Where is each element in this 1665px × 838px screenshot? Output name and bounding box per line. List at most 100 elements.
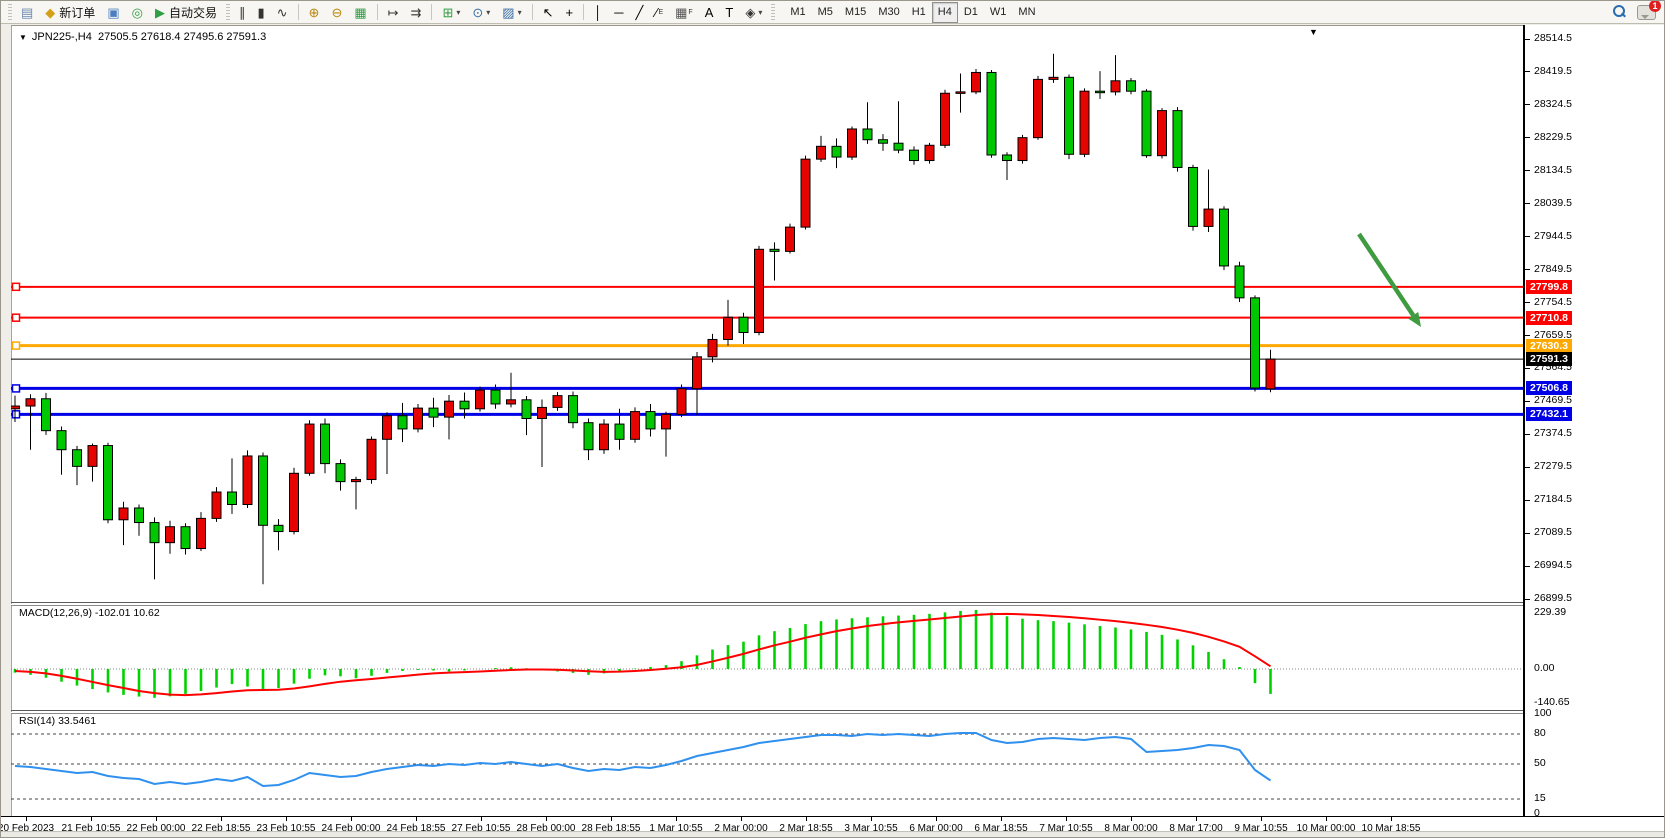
signal-icon-button[interactable]: ◎	[127, 2, 148, 23]
vertical-line-button[interactable]: │	[589, 2, 607, 23]
autotrading-button[interactable]: ▶自动交易	[150, 2, 222, 23]
chart-canvas[interactable]: ▼ JPN225-,H4 27505.5 27618.4 27495.6 2759…	[11, 25, 1524, 816]
new-order-button[interactable]: ◆新订单	[40, 2, 100, 23]
crosshair-glyph-icon: +	[566, 6, 574, 19]
chevron-down-icon[interactable]: ▾	[486, 8, 490, 17]
price-axis-label: 26899.5	[1534, 592, 1572, 604]
timeframe-w1-button[interactable]: W1	[984, 2, 1013, 23]
timeframe-m30-button[interactable]: M30	[872, 2, 905, 23]
time-axis-tick	[351, 817, 352, 821]
price-axis-label: 27374.5	[1534, 427, 1572, 439]
window-bottom-strip	[1, 831, 1665, 838]
timeframe-h1-button[interactable]: H1	[906, 2, 932, 23]
search-icon[interactable]	[1611, 4, 1627, 20]
zoom-in-button[interactable]: ⊕	[304, 2, 325, 23]
timeframe-m5-button[interactable]: M5	[812, 2, 839, 23]
terminal-icon-button[interactable]: ▣	[102, 2, 124, 23]
price-axis-tick	[1525, 467, 1530, 468]
toolbar-right: 1	[1611, 4, 1656, 20]
cursor-button[interactable]: ↖	[538, 2, 559, 23]
chart-dropdown-icon[interactable]: ▼	[19, 33, 27, 42]
price-axis-label: 27944.5	[1534, 230, 1572, 242]
add-indicator-button[interactable]: ⊞▾	[437, 2, 465, 23]
window-icon-glyph-icon: ▤	[21, 6, 33, 19]
timeframe-m15-button[interactable]: M15	[839, 2, 872, 23]
time-axis-tick	[221, 817, 222, 821]
scroll-marker-icon: ▼	[1309, 27, 1318, 37]
price-axis-label: 27089.5	[1534, 526, 1572, 538]
price-axis-tick	[1525, 203, 1530, 204]
rsi-axis-label: 15	[1534, 792, 1546, 804]
toolbar-grip[interactable]	[8, 4, 12, 20]
chevron-down-icon[interactable]: ▾	[518, 8, 522, 17]
trendline-button[interactable]: ╱	[630, 2, 648, 23]
zoom-out-button[interactable]: ⊖	[326, 2, 347, 23]
price-axis-tick	[1525, 566, 1530, 567]
price-axis-tick	[1525, 39, 1530, 40]
price-axis-tick	[1525, 269, 1530, 270]
text-button[interactable]: A	[700, 2, 719, 23]
time-axis-tick	[871, 817, 872, 821]
bar-chart-type-button[interactable]: ∥	[234, 2, 251, 23]
price-axis-tick	[1525, 71, 1530, 72]
autoscroll-button[interactable]: ↦	[383, 2, 404, 23]
current-price-tag: 27591.3	[1526, 352, 1572, 366]
text-glyph-icon: A	[705, 6, 714, 19]
shapes-button[interactable]: ◈▾	[740, 2, 767, 23]
toolbar-separator	[298, 4, 299, 20]
price-line-tag: 27799.8	[1526, 280, 1572, 294]
candlestick-chart-type-glyph-icon: ▮	[257, 6, 264, 19]
fibonacci-button[interactable]: ▦F	[670, 2, 698, 23]
tile-windows-button[interactable]: ▦	[349, 2, 371, 23]
main-toolbar: ▤◆新订单▣◎▶自动交易∥▮∿⊕⊖▦↦⇉⊞▾⊙▾▨▾↖+│─╱∕E▦FAT◈▾ …	[1, 1, 1664, 24]
tile-windows-glyph-icon: ▦	[354, 6, 366, 19]
price-axis-tick	[1525, 137, 1530, 138]
fibonacci-glyph-icon: ▦	[675, 6, 687, 19]
toolbar-separator	[431, 4, 432, 20]
price-axis-tick	[1525, 104, 1530, 105]
fibonacci-button-sub-letter: F	[688, 9, 692, 16]
price-axis-label: 27469.5	[1534, 394, 1572, 406]
chevron-down-icon[interactable]: ▾	[758, 8, 762, 17]
price-axis-tick	[1525, 236, 1530, 237]
signal-icon-glyph-icon: ◎	[132, 6, 143, 19]
toolbar-separator	[583, 4, 584, 20]
timeframe-mn-button[interactable]: MN	[1012, 2, 1041, 23]
price-axis-tick	[1525, 335, 1530, 336]
timeframe-m1-button[interactable]: M1	[784, 2, 811, 23]
price-axis-label: 28419.5	[1534, 65, 1572, 77]
timeframe-d1-button[interactable]: D1	[958, 2, 984, 23]
toolbar-buttons: ▤◆新订单▣◎▶自动交易∥▮∿⊕⊖▦↦⇉⊞▾⊙▾▨▾↖+│─╱∕E▦FAT◈▾	[5, 2, 778, 23]
window-icon[interactable]: ▤	[16, 2, 38, 23]
toolbar-grip[interactable]	[226, 4, 230, 20]
chat-icon[interactable]: 1	[1637, 5, 1656, 20]
new-order-button-label: 新订单	[59, 4, 95, 21]
toolbar-grip[interactable]	[771, 4, 775, 20]
time-axis-tick	[416, 817, 417, 821]
text-label-button[interactable]: T	[720, 2, 738, 23]
symbol-ohlc-text: JPN225-,H4 27505.5 27618.4 27495.6 27591…	[32, 31, 266, 43]
template-button[interactable]: ▨▾	[497, 2, 526, 23]
price-axis[interactable]: 28514.528419.528324.528229.528134.528039…	[1524, 25, 1665, 816]
price-axis-tick	[1525, 500, 1530, 501]
period-glyph-icon: ⊙	[472, 6, 483, 19]
timeframe-h4-button[interactable]: H4	[932, 2, 958, 23]
equidistant-channel-button[interactable]: ∕E	[650, 2, 668, 23]
period-button[interactable]: ⊙▾	[467, 2, 495, 23]
chart-shift-button[interactable]: ⇉	[406, 2, 427, 23]
price-axis-label: 26994.5	[1534, 559, 1572, 571]
horizontal-line-button[interactable]: ─	[609, 2, 628, 23]
time-axis-tick	[1196, 817, 1197, 821]
line-chart-type-button[interactable]: ∿	[272, 2, 293, 23]
chevron-down-icon[interactable]: ▾	[456, 8, 460, 17]
autoscroll-glyph-icon: ↦	[388, 6, 399, 19]
crosshair-button[interactable]: +	[561, 2, 579, 23]
price-axis-tick	[1525, 533, 1530, 534]
price-axis-tick	[1525, 368, 1530, 369]
equidistant-channel-button-sub-letter: E	[658, 9, 663, 16]
macd-indicator-label: MACD(12,26,9) -102.01 10.62	[19, 607, 160, 619]
terminal-icon-glyph-icon: ▣	[107, 6, 119, 19]
price-axis-label: 28229.5	[1534, 131, 1572, 143]
price-axis-label: 27754.5	[1534, 296, 1572, 308]
candlestick-chart-type-button[interactable]: ▮	[252, 2, 269, 23]
